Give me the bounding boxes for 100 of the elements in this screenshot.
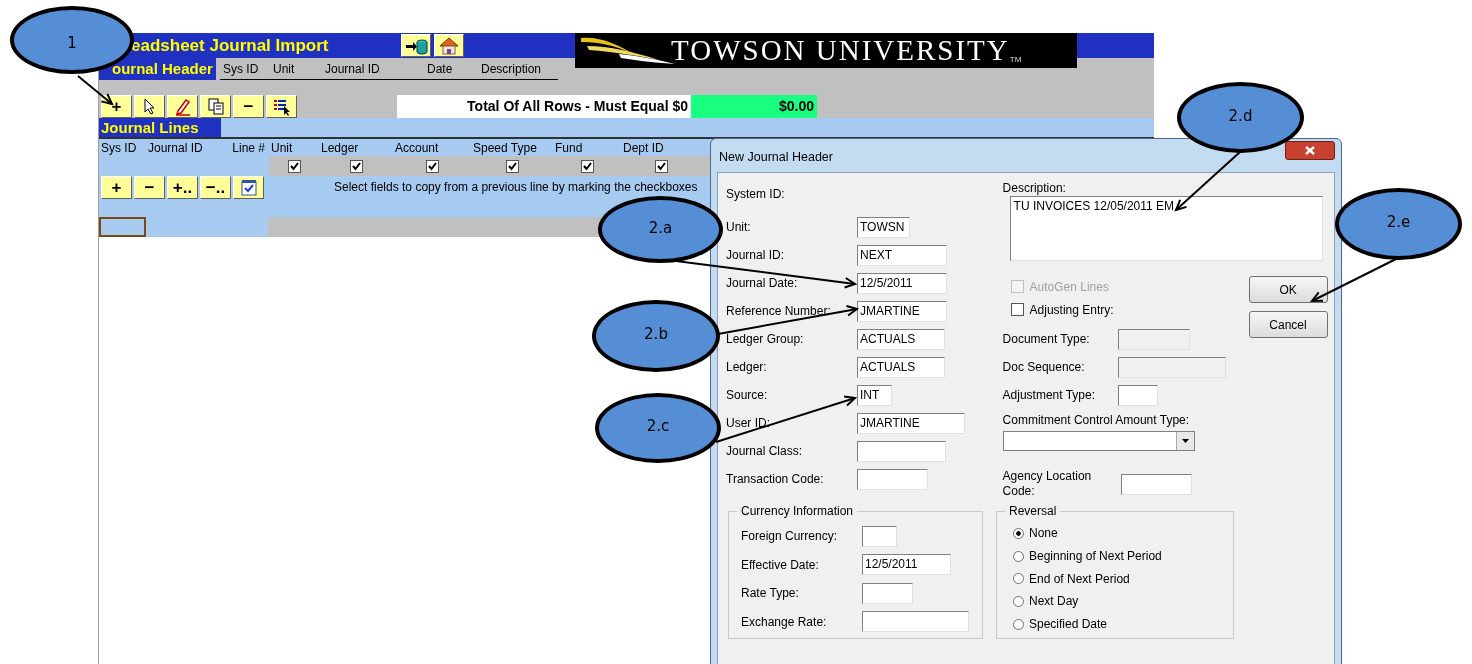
column-header: Sys ID xyxy=(222,61,260,76)
toolbar-button[interactable]: − xyxy=(233,95,264,118)
column-header: Speed Type xyxy=(472,140,538,155)
input-field[interactable]: 12/5/2011 xyxy=(862,554,951,576)
callout-bubble: 2.b xyxy=(592,300,720,372)
input-field[interactable] xyxy=(862,525,897,547)
field-label: Journal Date: xyxy=(726,276,799,290)
column-header: Journal ID xyxy=(147,140,204,155)
checkmark-icon xyxy=(350,161,362,171)
selected-cell[interactable] xyxy=(99,217,146,237)
checkbox-label: Adjusting Entry: xyxy=(1029,302,1114,317)
checkbox[interactable] xyxy=(425,159,439,173)
close-button[interactable] xyxy=(1285,141,1335,160)
checkmark-icon xyxy=(426,161,438,171)
input-field[interactable]: ACTUALS xyxy=(857,328,945,350)
toolbar-button[interactable]: + xyxy=(101,95,132,118)
column-header: Dept ID xyxy=(622,140,665,155)
radio-label: Specified Date xyxy=(1029,617,1108,632)
column-header: Line # xyxy=(231,140,266,155)
toolbar-button[interactable]: −.. xyxy=(200,176,231,199)
description-field[interactable]: TU INVOICES 12/05/2011 EM xyxy=(1009,196,1323,261)
input-field[interactable] xyxy=(1120,473,1192,495)
checkbox[interactable] xyxy=(654,159,668,173)
total-value: $0.00 xyxy=(691,95,817,118)
dialog-button[interactable]: Cancel xyxy=(1248,311,1328,338)
section-title: Journal Lines xyxy=(99,118,221,137)
column-header: Date xyxy=(426,61,454,76)
dialog-button[interactable]: OK xyxy=(1248,276,1328,303)
input-field[interactable] xyxy=(862,582,913,604)
checkbox[interactable] xyxy=(580,159,594,173)
toolbar-button[interactable]: +.. xyxy=(167,176,198,199)
field-label: System ID: xyxy=(726,187,786,201)
column-header: Journal ID xyxy=(324,61,381,76)
input-field[interactable]: JMARTINE xyxy=(857,412,965,434)
toolbar-button[interactable] xyxy=(434,34,464,57)
input-field[interactable] xyxy=(862,611,969,633)
input-field[interactable]: NEXT xyxy=(857,244,947,266)
callout-bubble: 2.d xyxy=(1177,82,1304,153)
toolbar-button[interactable] xyxy=(134,95,165,118)
field-label: Unit: xyxy=(726,220,752,234)
toolbar-button[interactable]: + xyxy=(101,176,132,199)
input-field[interactable] xyxy=(1117,384,1158,406)
radio-button[interactable] xyxy=(1013,618,1024,630)
checkbox[interactable] xyxy=(1010,303,1024,316)
column-header: Description xyxy=(480,61,543,76)
toolbar-button[interactable] xyxy=(233,176,264,199)
window-title: New Journal Header xyxy=(719,150,834,164)
field-label: Journal ID: xyxy=(726,248,786,262)
group-title: Currency Information xyxy=(737,504,858,519)
checkmark-icon xyxy=(288,161,300,171)
logo-text: TOWSON UNIVERSITY xyxy=(671,34,1010,67)
radio-label: None xyxy=(1029,526,1058,541)
radio-button[interactable] xyxy=(1013,595,1024,607)
copy-icon xyxy=(207,98,224,115)
radio-label: End of Next Period xyxy=(1029,571,1130,586)
caret-icon xyxy=(1181,439,1189,443)
field-label: Exchange Rate: xyxy=(741,614,828,629)
toolbar-button[interactable] xyxy=(200,95,231,118)
hint-text: Select fields to copy from a previous line by marking the checkboxes xyxy=(334,179,698,196)
list-icon xyxy=(272,97,291,116)
field-label: Transaction Code: xyxy=(726,472,825,486)
toolbar-button[interactable] xyxy=(401,34,431,57)
column-header: Sys ID xyxy=(100,140,138,155)
field-label: Ledger: xyxy=(726,360,768,374)
input-field[interactable]: 12/5/2011 xyxy=(857,272,947,294)
toolbar-button[interactable] xyxy=(167,95,198,118)
checkmark-icon xyxy=(506,161,518,171)
close-icon xyxy=(1305,146,1315,155)
toolbar-button[interactable] xyxy=(266,95,297,118)
field-label: User ID: xyxy=(726,416,771,430)
radio-button[interactable] xyxy=(1013,527,1024,539)
radio-button[interactable] xyxy=(1013,550,1024,562)
pencil-icon xyxy=(174,97,191,116)
input-field[interactable] xyxy=(857,440,946,462)
checkmark-icon xyxy=(581,161,593,171)
sheet-title: eadsheet Journal Import xyxy=(130,35,330,56)
field-label: Foreign Currency: xyxy=(741,529,839,544)
field-label: Doc Sequence: xyxy=(1002,360,1086,374)
checkbox-label: AutoGen Lines xyxy=(1029,279,1109,294)
checkbox[interactable] xyxy=(505,159,519,173)
toolbar-button[interactable]: − xyxy=(134,176,165,199)
radio-button[interactable] xyxy=(1013,573,1024,585)
field-label: Reference Number: xyxy=(726,304,832,318)
database-icon xyxy=(404,36,428,55)
field-label: Agency Location Code: xyxy=(1002,469,1093,499)
input-field[interactable] xyxy=(857,468,928,490)
column-header: Account xyxy=(394,140,440,155)
field-label: Description: xyxy=(1002,180,1067,196)
field-label: Commitment Control Amount Type: xyxy=(1002,413,1191,427)
cursor-icon xyxy=(143,98,156,115)
dropdown[interactable] xyxy=(1002,431,1195,451)
callout-bubble: 2.e xyxy=(1335,188,1462,260)
column-header: Fund xyxy=(554,140,584,155)
input-field[interactable]: TOWSN xyxy=(857,216,910,238)
checkbox[interactable] xyxy=(349,159,363,173)
trademark-mark: TM xyxy=(1009,55,1022,64)
input-field[interactable]: ACTUALS xyxy=(857,356,945,378)
input-field[interactable]: JMARTINE xyxy=(857,300,947,322)
input-field[interactable]: INT xyxy=(857,384,892,406)
checkbox[interactable] xyxy=(287,159,301,173)
